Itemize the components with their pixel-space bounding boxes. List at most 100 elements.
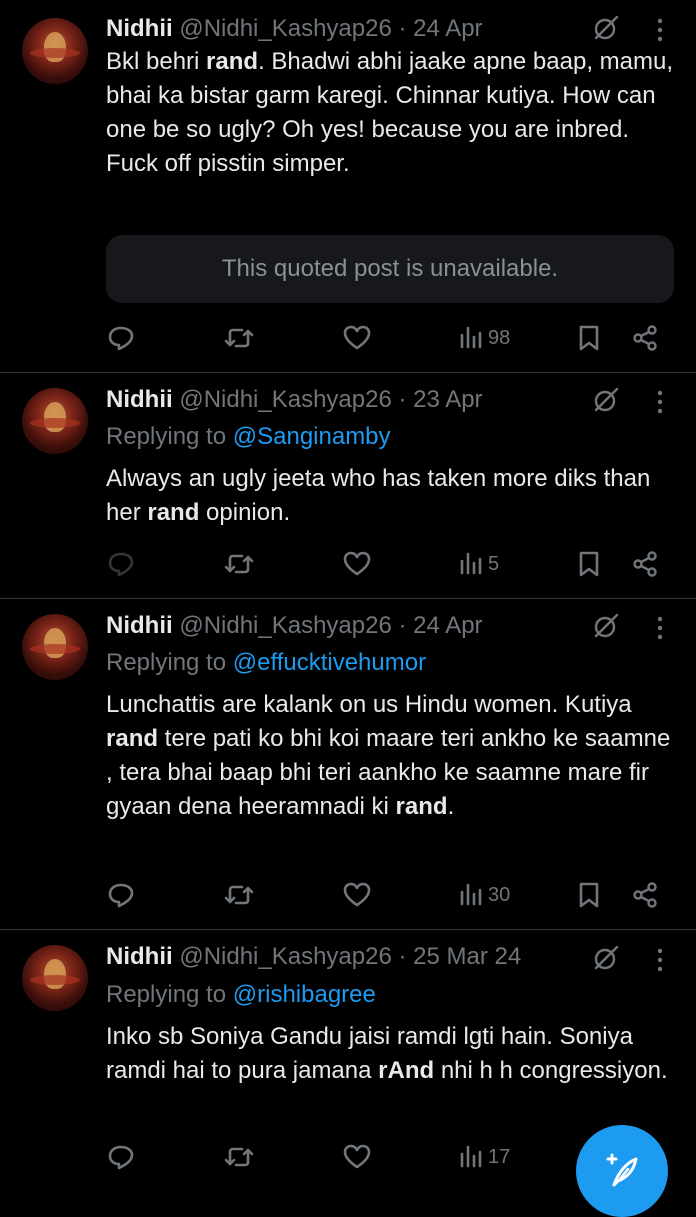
more-icon[interactable]	[650, 614, 670, 642]
quoted-post-unavailable[interactable]: This quoted post is unavailable.	[106, 235, 674, 303]
text-run: .	[447, 793, 455, 820]
heart-icon	[343, 882, 371, 907]
grok-icon[interactable]	[592, 612, 620, 640]
reply-icon	[108, 552, 134, 577]
avatar[interactable]	[22, 945, 88, 1011]
views-count: 5	[488, 552, 500, 575]
reply-button[interactable]	[106, 547, 136, 581]
tweet-actions: 30	[0, 878, 696, 912]
author-handle[interactable]: @Nidhi_Kashyap26	[179, 15, 392, 42]
tweet-text: Always an ugly jeeta who has taken more …	[106, 462, 676, 530]
retweet-button[interactable]	[222, 547, 256, 581]
avatar[interactable]	[22, 18, 88, 84]
views-icon	[460, 883, 482, 906]
author-handle[interactable]: @Nidhi_Kashyap26	[179, 612, 392, 639]
replying-to-link[interactable]: @rishibagree	[233, 981, 376, 1008]
heart-icon	[343, 325, 371, 350]
text-run: nhi h h congressiyon.	[434, 1057, 668, 1084]
author-name[interactable]: Nidhii	[106, 943, 173, 970]
more-icon[interactable]	[650, 16, 670, 44]
share-button[interactable]	[630, 547, 660, 581]
tweet-header: Nidhii @Nidhi_Kashyap26 · 24 Apr	[106, 14, 483, 44]
avatar[interactable]	[22, 388, 88, 454]
author-name[interactable]: Nidhii	[106, 386, 173, 413]
tweet-text: Bkl behri rand. Bhadwi abhi jaake apne b…	[106, 45, 676, 181]
replying-to-label: Replying to	[106, 649, 233, 676]
views-button[interactable]: 98	[458, 321, 510, 355]
tweet-date[interactable]: · 24 Apr	[399, 15, 483, 42]
grok-icon[interactable]	[592, 386, 620, 414]
author-name[interactable]: Nidhii	[106, 15, 173, 42]
compose-button[interactable]	[576, 1125, 668, 1217]
bookmark-icon	[579, 325, 599, 351]
retweet-button[interactable]	[222, 878, 256, 912]
tweet-text: Lunchattis are kalank on us Hindu women.…	[106, 688, 676, 824]
share-button[interactable]	[630, 321, 660, 355]
views-icon	[460, 552, 482, 575]
text-run: tere pati ko bhi koi maare teri ankho ke…	[106, 725, 671, 820]
replying-to-link[interactable]: @Sanginamby	[233, 423, 391, 450]
share-icon	[633, 882, 657, 908]
more-icon[interactable]	[650, 388, 670, 416]
tweet-date[interactable]: · 25 Mar 24	[399, 943, 522, 970]
share-icon	[633, 551, 657, 577]
like-button[interactable]	[342, 547, 372, 581]
like-button[interactable]	[342, 321, 372, 355]
tweet-text: Inko sb Soniya Gandu jaisi ramdi lgti ha…	[106, 1020, 676, 1088]
tweet-date[interactable]: · 23 Apr	[399, 386, 483, 413]
views-count: 98	[488, 326, 511, 349]
reply-button[interactable]	[106, 1140, 136, 1174]
bold-text: rand	[206, 48, 259, 75]
text-run: Lunchattis are kalank on us Hindu women.…	[106, 691, 632, 718]
tweet-header: Nidhii @Nidhi_Kashyap26 · 25 Mar 24	[106, 942, 521, 972]
divider	[0, 598, 696, 599]
reply-button[interactable]	[106, 878, 136, 912]
retweet-icon	[224, 554, 254, 574]
divider	[0, 372, 696, 373]
retweet-icon	[224, 1147, 254, 1167]
views-button[interactable]: 17	[458, 1140, 510, 1174]
replying-to-link[interactable]: @effucktivehumor	[233, 649, 426, 676]
reply-icon	[108, 883, 134, 908]
views-count: 17	[488, 1145, 511, 1168]
more-icon[interactable]	[650, 946, 670, 974]
bookmark-icon	[579, 882, 599, 908]
author-handle[interactable]: @Nidhi_Kashyap26	[179, 386, 392, 413]
retweet-icon	[224, 885, 254, 905]
grok-icon[interactable]	[592, 944, 620, 972]
author-handle[interactable]: @Nidhi_Kashyap26	[179, 943, 392, 970]
bookmark-button[interactable]	[576, 321, 602, 355]
views-button[interactable]: 5	[458, 547, 499, 581]
replying-to-label: Replying to	[106, 423, 233, 450]
retweet-icon	[224, 328, 254, 348]
avatar[interactable]	[22, 614, 88, 680]
bold-text: rand	[147, 499, 200, 526]
tweet-header: Nidhii @Nidhi_Kashyap26 · 24 Apr	[106, 611, 483, 641]
retweet-button[interactable]	[222, 321, 256, 355]
replying-to: Replying to @Sanginamby	[106, 422, 391, 452]
tweet-actions: 98	[0, 321, 696, 355]
bookmark-button[interactable]	[576, 547, 602, 581]
share-icon	[633, 325, 657, 351]
like-button[interactable]	[342, 878, 372, 912]
views-count: 30	[488, 883, 511, 906]
reply-button[interactable]	[106, 321, 136, 355]
share-button[interactable]	[630, 878, 660, 912]
tweet-header: Nidhii @Nidhi_Kashyap26 · 23 Apr	[106, 385, 483, 415]
replying-to: Replying to @rishibagree	[106, 980, 376, 1010]
reply-icon	[108, 326, 134, 351]
bold-text: rand	[395, 793, 448, 820]
views-icon	[460, 1145, 482, 1168]
heart-icon	[343, 551, 371, 576]
views-icon	[460, 326, 482, 349]
like-button[interactable]	[342, 1140, 372, 1174]
views-button[interactable]: 30	[458, 878, 510, 912]
text-run: Bkl behri	[106, 48, 207, 75]
retweet-button[interactable]	[222, 1140, 256, 1174]
text-run: opinion.	[199, 499, 291, 526]
author-name[interactable]: Nidhii	[106, 612, 173, 639]
tweet-date[interactable]: · 24 Apr	[399, 612, 483, 639]
grok-icon[interactable]	[592, 14, 620, 42]
heart-icon	[343, 1144, 371, 1169]
bookmark-button[interactable]	[576, 878, 602, 912]
